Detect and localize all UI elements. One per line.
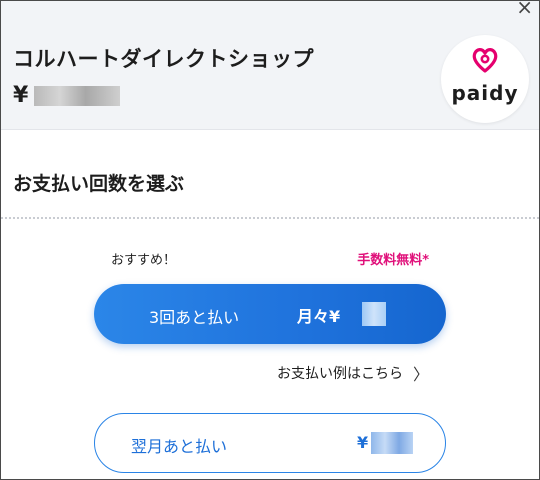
payment-example-label: お支払い例はこちら (276, 366, 403, 382)
paidy-checkout-dialog: コルハートダイレクトショップ ¥ paidy × お支払い回数を選ぶ おすすめ！… (0, 0, 540, 480)
payment-example-link[interactable]: お支払い例はこちら 〉 (277, 361, 429, 385)
section-title: お支払い回数を選ぶ (13, 173, 185, 195)
order-amount: ¥ (13, 83, 121, 108)
redacted-amount (34, 85, 121, 106)
paidy-wordmark: paidy (451, 81, 519, 105)
merchant-name: コルハートダイレクトショップ (13, 47, 314, 71)
paidy-logo: paidy (441, 35, 529, 123)
next-month-price-prefix: ¥ (357, 433, 369, 452)
redacted-next-month-amount (371, 432, 413, 454)
redacted-monthly-amount (362, 302, 386, 326)
dotted-divider (1, 217, 539, 219)
installment-3-label: 3回あと払い (149, 308, 240, 327)
currency-symbol: ¥ (13, 83, 29, 108)
paidy-heart-icon (472, 48, 498, 73)
next-month-button[interactable]: 翌月あと払い ¥ (94, 413, 446, 473)
recommend-label: おすすめ！ (111, 253, 177, 268)
monthly-price-prefix: 月々¥ (297, 307, 341, 326)
close-icon[interactable]: × (516, 1, 533, 17)
chevron-right-icon: 〉 (412, 365, 429, 384)
next-month-label: 翌月あと払い (131, 437, 228, 456)
order-summary-header: コルハートダイレクトショップ ¥ paidy (1, 1, 539, 130)
fee-free-badge: 手数料無料* (357, 253, 429, 268)
installment-3-button[interactable]: 3回あと払い 月々¥ (94, 284, 446, 344)
